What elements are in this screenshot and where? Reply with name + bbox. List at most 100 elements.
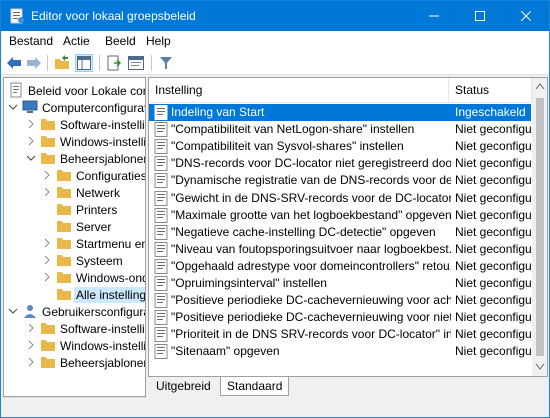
close-button[interactable] xyxy=(503,1,549,31)
menu-bestand[interactable]: Bestand xyxy=(9,34,53,48)
tree-label: Software-instellinc xyxy=(60,117,145,132)
arrow-right-icon xyxy=(27,57,41,69)
setting-name: "Positieve periodieke DC-cachevernieuwin… xyxy=(171,293,451,308)
setting-status: Niet geconfigu xyxy=(455,190,531,205)
menu-actie[interactable]: Actie xyxy=(63,34,90,48)
close-icon xyxy=(521,11,531,21)
folder-icon xyxy=(57,170,71,181)
user-icon xyxy=(24,305,36,318)
setting-status: Ingeschakeld xyxy=(455,105,526,119)
policy-document-icon xyxy=(10,82,22,98)
setting-name: "Compatibiliteit van NetLogon-share" ins… xyxy=(171,122,415,137)
tree-item-configuraties[interactable]: Configuraties xyxy=(38,167,145,184)
setting-name: "Prioriteit in de DNS SRV-records voor D… xyxy=(171,327,451,342)
scroll-up-icon[interactable] xyxy=(535,82,545,90)
menu-beeld[interactable]: Beeld xyxy=(105,34,136,48)
setting-row[interactable]: "Gewicht in de DNS-SRV-records voor de D… xyxy=(149,190,531,207)
tree-item-windows[interactable]: Windows-instellin xyxy=(22,133,146,150)
tree-item-root[interactable]: Beleid voor Lokale comp xyxy=(8,82,145,99)
policy-setting-icon xyxy=(154,122,168,138)
setting-row[interactable]: "Opruimingsinterval" instellen Niet gecon… xyxy=(149,275,531,292)
console-tree-icon xyxy=(77,56,91,70)
up-folder-button[interactable] xyxy=(53,54,71,72)
setting-name: "Opruimingsinterval" instellen xyxy=(171,276,327,290)
tree-item-user-windows[interactable]: Windows-instellin xyxy=(22,337,145,354)
setting-status: Niet geconfigu xyxy=(455,327,531,342)
help-button[interactable] xyxy=(127,54,145,72)
tree-item-user-software[interactable]: Software-instellin xyxy=(22,320,145,337)
tree-label: Netwerk xyxy=(76,185,121,200)
setting-row[interactable]: Indeling van Start Ingeschakeld xyxy=(149,104,531,121)
folder-icon xyxy=(41,340,55,351)
list-vertical-scrollbar[interactable] xyxy=(532,78,547,376)
tree-item-user-admin[interactable]: Beheersjablonen xyxy=(22,354,145,371)
setting-status: Niet geconfigu xyxy=(455,310,531,325)
tree-item-printers[interactable]: Printers xyxy=(38,201,119,218)
tree-item-software[interactable]: Software-instellinc xyxy=(22,116,145,133)
setting-name: "Niveau van foutopsporingsuitvoer naar l… xyxy=(171,241,451,256)
chevron-right-icon xyxy=(28,323,34,333)
tree-item-admin-templates[interactable]: Beheersjablonen xyxy=(22,150,145,167)
folder-icon xyxy=(57,204,71,215)
maximize-button[interactable] xyxy=(457,1,503,31)
setting-status: Niet geconfigu xyxy=(455,173,531,188)
setting-row[interactable]: "Compatibiliteit van NetLogon-share" ins… xyxy=(149,121,531,138)
setting-row[interactable]: "Dynamische registratie van de DNS-recor… xyxy=(149,172,531,189)
chevron-right-icon xyxy=(28,340,34,350)
export-list-button[interactable] xyxy=(105,54,123,72)
tab-standaard[interactable]: Standaard xyxy=(220,377,290,396)
tree-item-netwerk[interactable]: Netwerk xyxy=(38,184,122,201)
tree-label: Windows-ond xyxy=(76,270,146,285)
tree-item-startmenu[interactable]: Startmenu en xyxy=(38,235,145,252)
setting-row[interactable]: "DNS-records voor DC-locator niet geregi… xyxy=(149,155,531,172)
setting-status: Niet geconfigu xyxy=(455,156,531,171)
view-tabs: Uitgebreid Standaard xyxy=(148,377,548,397)
tree-item-user-config[interactable]: Gebruikersconfigurat xyxy=(8,303,146,320)
tree-item-all-settings[interactable]: Alle instelling xyxy=(38,286,145,303)
policy-setting-icon xyxy=(154,139,168,155)
column-header-status[interactable]: Status xyxy=(449,78,532,102)
setting-name: "Dynamische registratie van de DNS-recor… xyxy=(171,173,451,188)
show-hide-tree-button[interactable] xyxy=(75,54,93,72)
forward-button[interactable] xyxy=(25,54,43,72)
chevron-down-icon xyxy=(26,155,36,161)
scroll-thumb[interactable] xyxy=(536,98,544,356)
chevron-right-icon xyxy=(44,187,50,197)
setting-name: "Opgehaald adrestype voor domeincontroll… xyxy=(171,258,451,273)
filter-button[interactable] xyxy=(157,54,175,72)
setting-name: Indeling van Start xyxy=(171,105,265,119)
setting-row[interactable]: "Positieve periodieke DC-cachevernieuwin… xyxy=(149,309,531,326)
filter-icon xyxy=(160,57,172,69)
tree-item-server[interactable]: Server xyxy=(38,218,113,235)
setting-row[interactable]: "Sitenaam" opgeven Niet geconfigu xyxy=(149,343,531,360)
setting-row[interactable]: "Compatibiliteit van Sysvol-shares" inst… xyxy=(149,138,531,155)
setting-row[interactable]: "Prioriteit in de DNS SRV-records voor D… xyxy=(149,326,531,343)
title-bar: Editor voor lokaal groepsbeleid xyxy=(1,1,549,31)
setting-row[interactable]: "Positieve periodieke DC-cachevernieuwin… xyxy=(149,292,531,309)
tree-item-computer[interactable]: Computerconfigurati xyxy=(8,99,145,116)
scroll-down-icon[interactable] xyxy=(535,363,545,371)
setting-row[interactable]: "Negatieve cache-instelling DC-detectie"… xyxy=(149,224,531,241)
tree-label: Beleid voor Lokale comp xyxy=(28,83,145,98)
tree-label: Windows-instellin xyxy=(60,134,146,149)
chevron-right-icon xyxy=(44,272,50,282)
tree-item-windows-onderdelen[interactable]: Windows-ond xyxy=(38,269,146,286)
column-header-setting[interactable]: Instelling xyxy=(149,78,449,102)
back-button[interactable] xyxy=(5,54,23,72)
policy-setting-icon xyxy=(154,344,168,360)
tab-uitgebreid[interactable]: Uitgebreid xyxy=(150,377,217,396)
folder-icon xyxy=(41,323,55,334)
setting-row[interactable]: "Niveau van foutopsporingsuitvoer naar l… xyxy=(149,241,531,258)
setting-row[interactable]: "Maximale grootte van het logboekbestand… xyxy=(149,207,531,224)
tree-item-systeem[interactable]: Systeem xyxy=(38,252,125,269)
folder-icon xyxy=(57,238,71,249)
menu-help[interactable]: Help xyxy=(146,34,171,48)
chevron-down-icon xyxy=(8,104,18,110)
setting-row[interactable]: "Opgehaald adrestype voor domeincontroll… xyxy=(149,258,531,275)
tree-label: Gebruikersconfigurat xyxy=(42,304,146,319)
policy-setting-icon xyxy=(154,310,168,326)
minimize-button[interactable] xyxy=(411,1,457,31)
setting-name: "Gewicht in de DNS-SRV-records voor de D… xyxy=(171,190,451,205)
policy-setting-icon xyxy=(154,276,168,291)
chevron-right-icon xyxy=(44,238,50,248)
